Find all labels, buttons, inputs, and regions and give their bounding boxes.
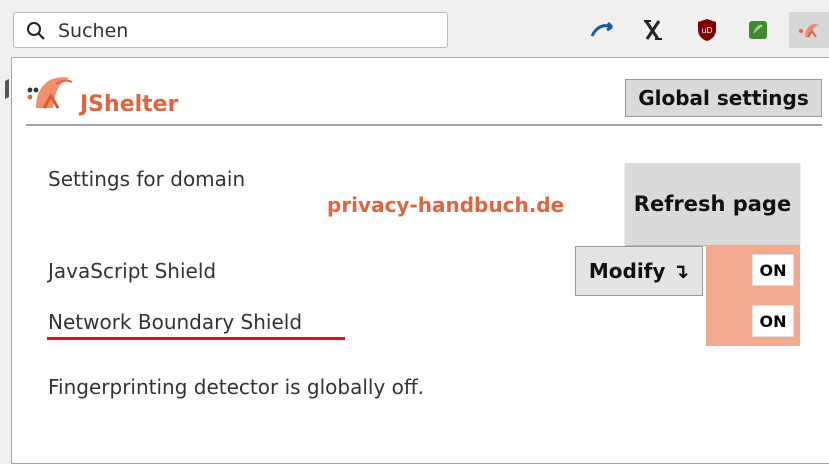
arrow-ext-icon[interactable] [589, 17, 615, 43]
javascript-shield-label: JavaScript Shield [48, 259, 217, 283]
svg-text:uD: uD [701, 26, 712, 35]
brand-name: JShelter [80, 92, 179, 117]
network-boundary-shield-label: Network Boundary Shield [48, 310, 303, 334]
current-domain: privacy-handbuch.de [327, 193, 565, 217]
global-settings-button[interactable]: Global settings [625, 79, 822, 117]
header-divider [26, 124, 822, 126]
green-ext-icon[interactable] [745, 17, 771, 43]
popup-pointer [5, 78, 9, 100]
browser-toolbar: Suchen uD [0, 0, 829, 58]
settings-for-domain-label: Settings for domain [48, 167, 246, 191]
red-underline-annotation [47, 337, 345, 340]
modify-button[interactable]: Modify ↴ [575, 246, 703, 296]
javascript-shield-toggle[interactable]: ON [752, 254, 794, 286]
jshelter-toolbar-icon[interactable] [789, 12, 829, 48]
network-shield-toggle[interactable]: ON [752, 305, 794, 337]
refresh-page-button[interactable]: Refresh page [625, 163, 800, 245]
jshelter-logo-icon [26, 77, 76, 116]
search-placeholder: Suchen [58, 20, 129, 42]
search-box[interactable]: Suchen [13, 12, 448, 48]
jshelter-brand: JShelter [26, 72, 178, 122]
x-ext-icon[interactable] [640, 17, 666, 43]
ublock-icon[interactable]: uD [694, 17, 720, 43]
fingerprint-status-text: Fingerprinting detector is globally off. [48, 375, 425, 399]
search-icon [26, 21, 46, 45]
